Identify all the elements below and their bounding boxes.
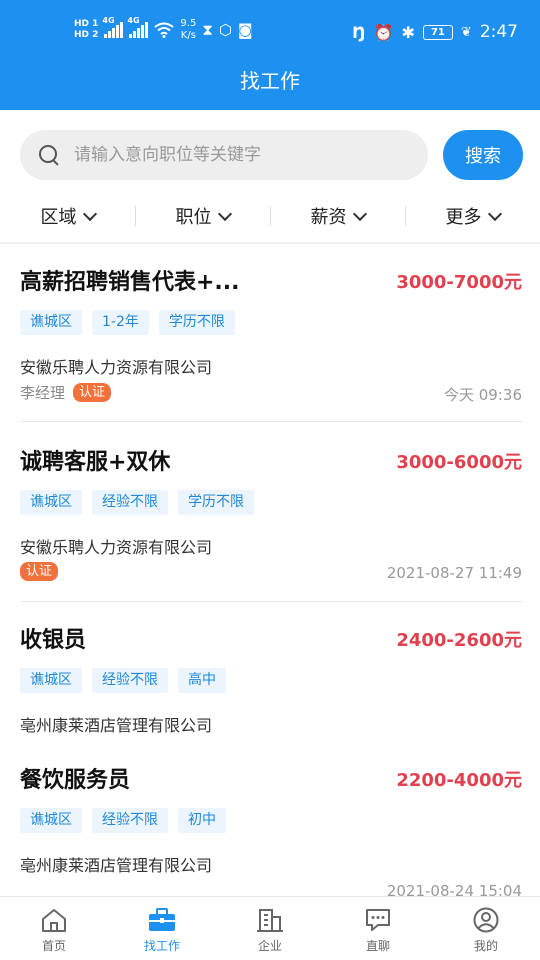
job-salary: 2400-2600元 [396, 630, 522, 651]
job-title: 高薪招聘销售代表+... [20, 270, 240, 295]
status-bar: HD 1 HD 2 4G 4G 9.5 K/s ⧗ ⬡ ◙ Ŋ ⏰ ✱ 71 ❦… [0, 0, 540, 66]
hd-indicator: HD 1 HD 2 [74, 19, 98, 41]
net2-label: 4G [127, 16, 140, 25]
recruiter-row: 认证 [20, 562, 59, 581]
tag-experience: 经验不限 [92, 808, 168, 833]
filter-more-label: 更多 [445, 207, 482, 228]
job-tags: 谯城区 经验不限 学历不限 [20, 490, 254, 515]
bottom-nav: 首页 找工作 企业 直聊 我的 [0, 896, 540, 960]
hourglass-icon: ⧗ [202, 21, 213, 39]
hd1-label: HD 1 [74, 19, 99, 29]
message-notify-icon: ◙ [237, 21, 253, 39]
company-name: 安徽乐聘人力资源有限公司 [20, 358, 213, 377]
chevron-down-icon [82, 206, 97, 221]
tag-experience: 经验不限 [92, 668, 168, 693]
wifi-icon [154, 22, 175, 38]
speed-value: 9.5 [180, 18, 197, 29]
job-title: 诚聘客服+双休 [20, 450, 171, 475]
home-icon [42, 909, 66, 932]
bluetooth-icon: ✱ [401, 22, 415, 42]
verified-badge: 认证 [20, 562, 59, 581]
tag-area: 谯城区 [20, 668, 82, 693]
posted-time: 今天 09:36 [444, 386, 522, 404]
nav-companies-label: 企业 [257, 939, 282, 953]
search-button[interactable]: 搜索 [443, 130, 523, 180]
building-icon [257, 909, 283, 932]
job-tags: 谯城区 经验不限 初中 [20, 808, 226, 833]
posted-time: 2021-08-27 11:49 [386, 564, 522, 582]
app-notify-icon: ⬡ [218, 21, 232, 39]
filter-salary-label: 薪资 [310, 207, 347, 228]
recruiter-name: 李经理 [20, 384, 66, 402]
job-card[interactable]: 收银员 2400-2600元 谯城区 经验不限 高中 亳州康莱酒店管理有限公司 [20, 602, 522, 742]
job-card[interactable]: 高薪招聘销售代表+... 3000-7000元 谯城区 1-2年 学历不限 安徽… [20, 244, 522, 422]
hd2-label: HD 2 [74, 30, 99, 40]
company-name: 亳州康莱酒店管理有限公司 [20, 856, 213, 875]
briefcase-icon [149, 908, 175, 931]
chevron-down-icon [487, 206, 502, 221]
nav-jobs[interactable]: 找工作 [108, 897, 216, 960]
nav-home[interactable]: 首页 [0, 897, 108, 960]
job-card[interactable]: 诚聘客服+双休 3000-6000元 谯城区 经验不限 学历不限 安徽乐聘人力资… [20, 424, 522, 602]
search-input[interactable] [74, 145, 394, 165]
job-salary: 3000-6000元 [396, 452, 522, 473]
net-speed: 9.5 K/s [180, 18, 196, 42]
speed-unit: K/s [180, 30, 196, 41]
user-icon [473, 907, 499, 933]
filter-bar: 区域 职位 薪资 更多 [0, 196, 540, 236]
tag-area: 谯城区 [20, 310, 82, 335]
signal-icon-2: 4G [127, 16, 149, 38]
status-right: Ŋ ⏰ ✱ 71 ❦ 2:47 [352, 22, 518, 42]
job-salary: 3000-7000元 [396, 272, 522, 293]
company-name: 亳州康莱酒店管理有限公司 [20, 716, 213, 735]
filter-area-label: 区域 [40, 207, 77, 228]
filter-position-label: 职位 [175, 207, 212, 228]
tag-education: 学历不限 [158, 310, 235, 335]
tag-area: 谯城区 [20, 808, 82, 833]
job-tags: 谯城区 经验不限 高中 [20, 668, 226, 693]
nav-companies[interactable]: 企业 [216, 897, 324, 960]
job-card[interactable]: 餐饮服务员 2200-4000元 谯城区 经验不限 初中 亳州康莱酒店管理有限公… [20, 742, 522, 900]
search-box[interactable] [20, 130, 428, 180]
nav-jobs-label: 找工作 [143, 939, 180, 953]
status-left: HD 1 HD 2 4G 4G 9.5 K/s ⧗ ⬡ ◙ [74, 16, 253, 42]
tag-experience: 1-2年 [92, 310, 149, 335]
nav-chat-label: 直聊 [365, 939, 390, 953]
tag-education: 初中 [178, 808, 226, 833]
nfc-icon: Ŋ [352, 22, 366, 42]
clock: 2:47 [479, 22, 518, 42]
recruiter-row: 李经理 认证 [20, 382, 112, 403]
battery-icon: 71 [422, 24, 453, 40]
battery-level: 71 [430, 26, 445, 38]
filter-area[interactable]: 区域 [0, 196, 135, 236]
signal-icon: 4G [102, 16, 124, 38]
alarm-icon: ⏰ [373, 22, 394, 42]
chat-icon [366, 909, 390, 931]
search-icon [38, 144, 60, 166]
tag-education: 高中 [178, 668, 226, 693]
net1-label: 4G [102, 16, 115, 25]
tag-education: 学历不限 [178, 490, 254, 515]
filter-salary[interactable]: 薪资 [270, 196, 405, 236]
nav-profile-label: 我的 [473, 939, 498, 953]
job-title: 餐饮服务员 [20, 768, 131, 793]
nav-profile[interactable]: 我的 [432, 897, 540, 960]
job-tags: 谯城区 1-2年 学历不限 [20, 310, 235, 335]
filter-position[interactable]: 职位 [135, 196, 270, 236]
nav-chat[interactable]: 直聊 [324, 897, 432, 960]
company-name: 安徽乐聘人力资源有限公司 [20, 538, 213, 557]
app-header: HD 1 HD 2 4G 4G 9.5 K/s ⧗ ⬡ ◙ Ŋ ⏰ ✱ 71 ❦… [0, 0, 540, 110]
tag-experience: 经验不限 [92, 490, 168, 515]
job-title: 收银员 [20, 628, 87, 653]
chevron-down-icon [217, 206, 232, 221]
chevron-down-icon [352, 206, 367, 221]
nav-home-label: 首页 [41, 939, 66, 953]
job-salary: 2200-4000元 [396, 770, 522, 791]
filter-more[interactable]: 更多 [405, 196, 540, 236]
tag-area: 谯城区 [20, 490, 82, 515]
verified-badge: 认证 [73, 383, 112, 402]
page-title: 找工作 [240, 69, 300, 93]
leaf-icon: ❦ [460, 24, 472, 40]
